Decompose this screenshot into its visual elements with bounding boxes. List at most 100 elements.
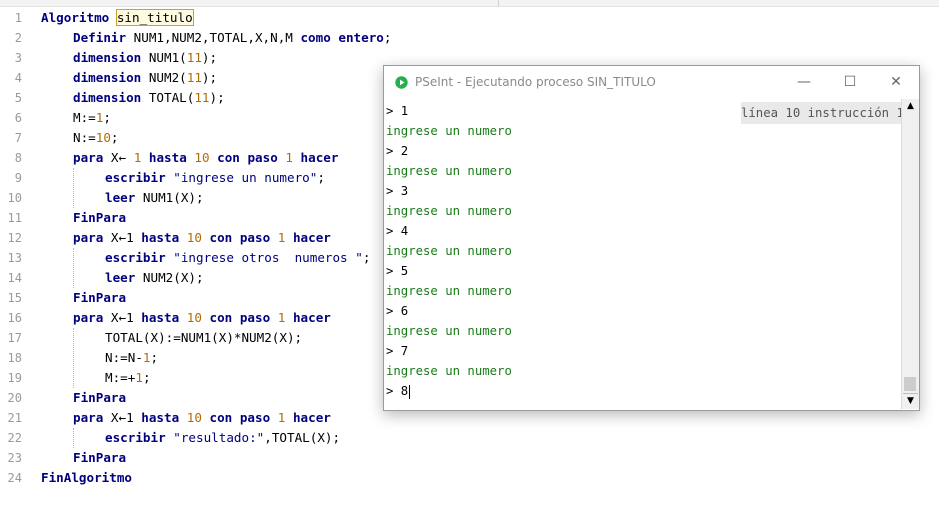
minimize-button[interactable]: — <box>781 66 827 99</box>
console-output-line: ingrese un numero <box>386 164 512 178</box>
line-number: 23 <box>7 451 22 465</box>
tab-edge <box>0 0 499 6</box>
window-titlebar[interactable]: PSeInt - Ejecutando proceso SIN_TITULO —… <box>384 66 919 99</box>
code-line: leer NUM2(X); <box>105 268 204 288</box>
code-text: NUM2(X); <box>135 270 204 285</box>
code-line: FinAlgoritmo <box>41 468 132 488</box>
line-number: 16 <box>7 311 22 325</box>
keyword: FinPara <box>73 210 127 225</box>
code-line: Algoritmo sin_titulo <box>41 8 194 28</box>
code-line: N:=10; <box>73 128 119 148</box>
console-current-input[interactable]: > 8 <box>386 381 411 401</box>
code-line: FinPara <box>73 448 126 468</box>
keyword: leer <box>105 270 136 285</box>
code-text: ; <box>317 170 325 185</box>
code-text: ; <box>362 250 371 265</box>
console-input-line: > 5 <box>386 264 409 278</box>
code-line: escribir "ingrese un numero"; <box>105 168 325 188</box>
code-line: escribir "ingrese otros numeros "; <box>105 248 370 268</box>
keyword: para <box>73 150 104 165</box>
code-text: X← <box>103 150 134 165</box>
number-literal: 11 <box>186 70 202 85</box>
indent-guide <box>73 328 74 388</box>
string-literal: "ingrese otros numeros " <box>165 250 363 265</box>
line-number: 18 <box>7 351 22 365</box>
code-text: X←1 <box>103 230 134 245</box>
code-line: FinPara <box>73 208 126 228</box>
keyword: Algoritmo <box>41 10 110 25</box>
code-text: ,TOTAL(X); <box>264 430 341 445</box>
keyword: dimension <box>73 90 142 105</box>
code-text: NUM1(X); <box>135 190 204 205</box>
code-text: N:=N- <box>105 350 143 365</box>
code-text: ; <box>142 370 151 385</box>
maximize-button[interactable]: ☐ <box>827 66 873 99</box>
code-line: dimension TOTAL(11); <box>73 88 225 108</box>
code-text: NUM1( <box>141 50 187 65</box>
number-literal: 11 <box>194 90 210 105</box>
code-line: para X←1 hasta 10 con paso 1 hacer <box>73 228 331 248</box>
line-number: 11 <box>7 211 22 225</box>
console-input-line: > 7 <box>386 344 409 358</box>
console-input-line: > 1 <box>386 104 409 118</box>
scrollbar-thumb[interactable] <box>904 377 916 391</box>
line-number: 3 <box>14 51 22 65</box>
code-line: FinPara <box>73 388 126 408</box>
console-input-line: > 3 <box>386 184 409 198</box>
console-output[interactable]: > 1 ingrese un numero > 2 ingrese un num… <box>384 99 901 409</box>
line-number: 10 <box>7 191 22 205</box>
vertical-scrollbar[interactable]: ▲ ▼ <box>901 99 919 409</box>
indent-guide <box>73 428 74 448</box>
line-number: 17 <box>7 331 22 345</box>
code-line: para X← 1 hasta 10 con paso 1 hacer <box>73 148 338 168</box>
number-literal: 10 <box>194 150 210 165</box>
code-text: X←1 <box>103 310 134 325</box>
number-literal: 10 <box>186 410 202 425</box>
code-line: M:=+1; <box>105 368 151 388</box>
console-output-line: ingrese un numero <box>386 364 512 378</box>
number-literal: 10 <box>186 310 202 325</box>
close-button[interactable]: ✕ <box>873 66 919 99</box>
number-literal: 1 <box>135 370 143 385</box>
console-input-line: > 4 <box>386 224 409 238</box>
keyword: con paso <box>209 150 286 165</box>
keyword: FinPara <box>73 290 127 305</box>
line-number: 4 <box>14 71 22 85</box>
number-literal: 10 <box>186 230 202 245</box>
scroll-down-arrow-icon[interactable]: ▼ <box>903 393 918 409</box>
line-number: 8 <box>14 151 22 165</box>
console-output-line: ingrese un numero <box>386 244 512 258</box>
execution-window[interactable]: PSeInt - Ejecutando proceso SIN_TITULO —… <box>383 65 920 411</box>
indent-guide <box>73 168 74 208</box>
code-line: para X←1 hasta 10 con paso 1 hacer <box>73 308 331 328</box>
string-literal: "resultado:" <box>165 430 265 445</box>
code-text: NUM1,NUM2,TOTAL,X,N,M <box>126 30 301 45</box>
keyword: hacer <box>285 410 331 425</box>
console-input-line: > 6 <box>386 304 409 318</box>
code-text: ; <box>383 30 392 45</box>
line-number: 1 <box>14 11 22 25</box>
code-line: N:=N-1; <box>105 348 158 368</box>
keyword: con paso <box>201 230 278 245</box>
indent-guide <box>73 248 74 288</box>
line-number-gutter: 1 2 3 4 5 6 7 8 9 10 11 12 13 14 15 16 1… <box>0 7 30 510</box>
keyword: para <box>73 410 104 425</box>
keyword: escribir <box>105 250 166 265</box>
line-number: 5 <box>14 91 22 105</box>
keyword: hasta <box>133 230 187 245</box>
code-line: dimension NUM1(11); <box>73 48 217 68</box>
keyword: hacer <box>285 310 331 325</box>
line-number: 12 <box>7 231 22 245</box>
keyword: hasta <box>141 150 195 165</box>
line-number: 13 <box>7 251 22 265</box>
line-number: 24 <box>7 471 22 485</box>
string-literal: "ingrese un numero" <box>165 170 318 185</box>
keyword: escribir <box>105 430 166 445</box>
top-tab-strip <box>0 0 939 7</box>
line-number: 22 <box>7 431 22 445</box>
console-output-line: ingrese un numero <box>386 204 512 218</box>
code-text: ); <box>209 90 225 105</box>
code-text: ; <box>110 130 119 145</box>
scroll-up-arrow-icon[interactable]: ▲ <box>903 99 918 114</box>
console-output-line: ingrese un numero <box>386 124 512 138</box>
